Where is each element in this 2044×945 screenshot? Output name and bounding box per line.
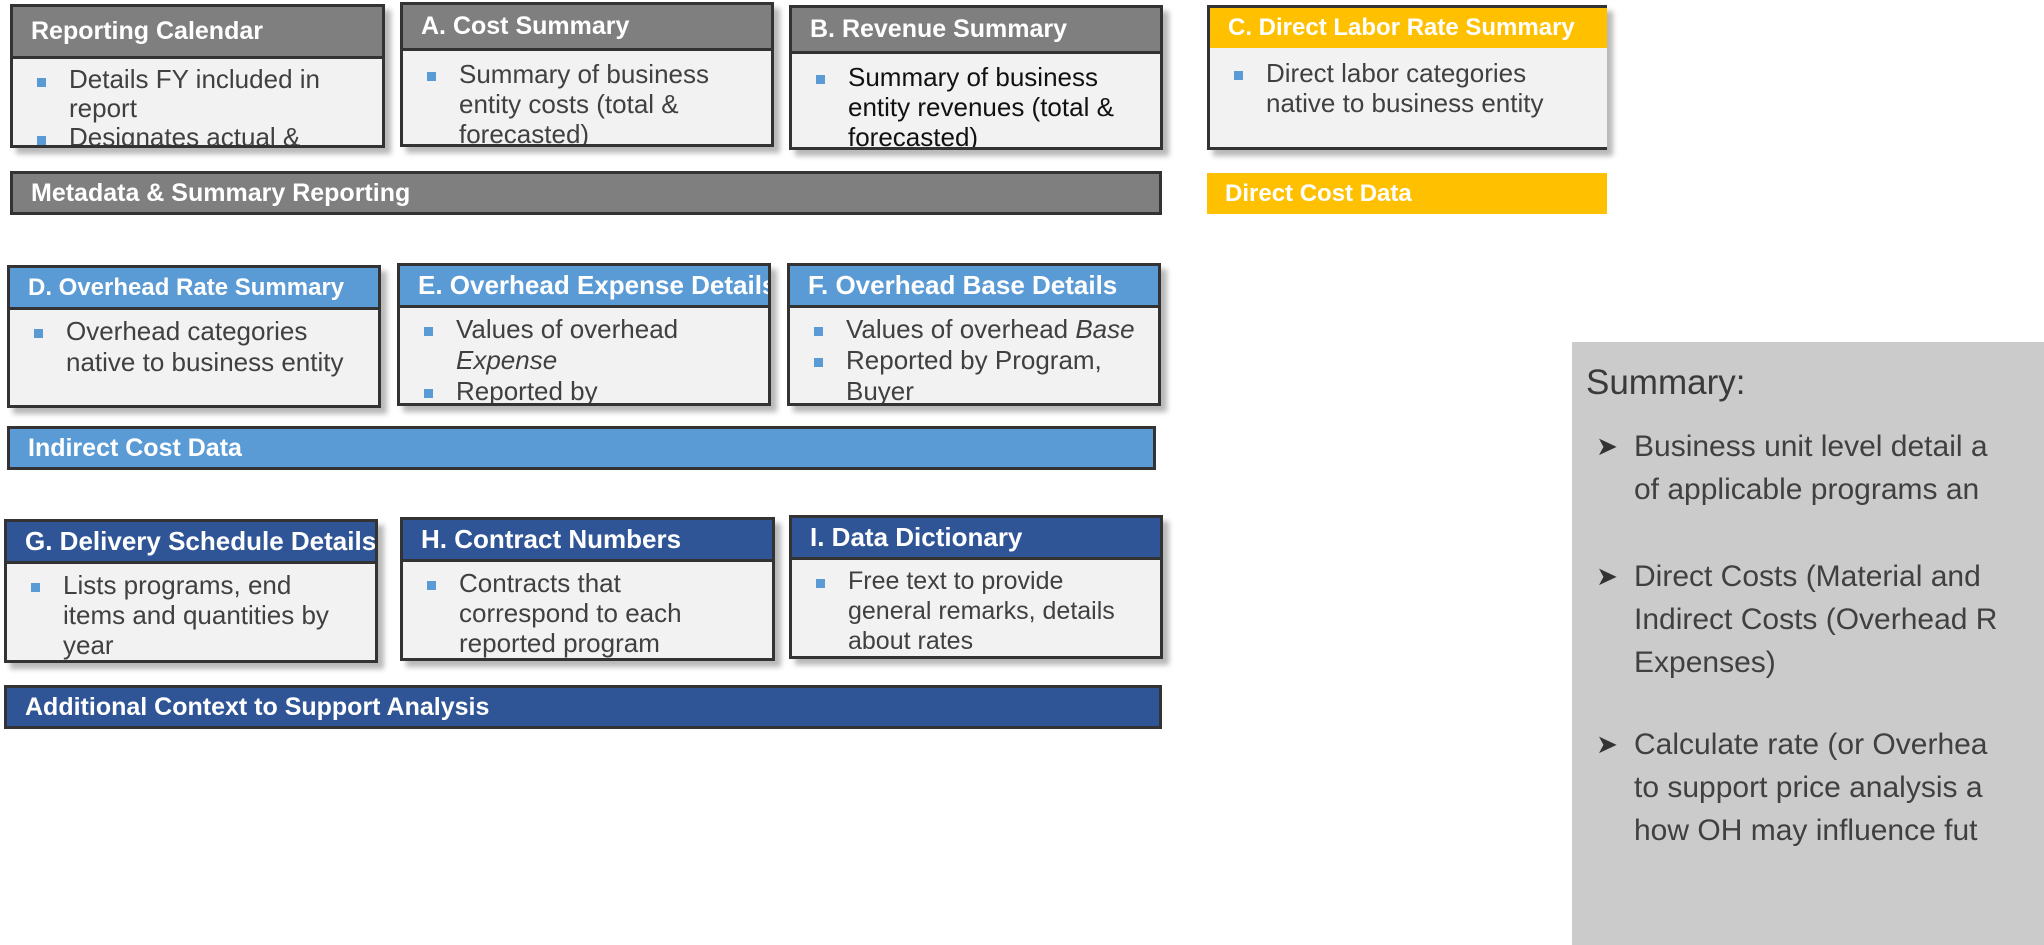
revenue-summary-card: B. Revenue Summary Summary of business e… <box>789 5 1163 150</box>
bullet-item: Summary of business entity revenues (tot… <box>810 62 1142 147</box>
card-title: D. Overhead Rate Summary <box>10 268 378 310</box>
reporting-calendar-card: Reporting Calendar Details FY included i… <box>10 4 385 148</box>
metadata-summary-reporting-bar: Metadata & Summary Reporting <box>10 171 1162 215</box>
summary-panel: Summary: ➤ Business unit level detail a … <box>1572 342 2044 945</box>
bullet-item: Values of overhead Expense <box>418 314 750 376</box>
summary-line: Direct Costs (Material and <box>1634 560 1981 593</box>
card-title: H. Contract Numbers <box>403 520 772 562</box>
card-body: Details FY included in report Designates… <box>13 59 382 145</box>
cost-summary-card: A. Cost Summary Summary of business enti… <box>400 2 774 147</box>
bullet-item: Details FY included in report <box>31 65 364 123</box>
contract-numbers-card: H. Contract Numbers Contracts that corre… <box>400 517 775 661</box>
summary-line: Expenses) <box>1634 646 1776 679</box>
summary-item: ➤ Business unit level detail a of applic… <box>1572 425 1988 511</box>
card-title: G. Delivery Schedule Details <box>7 522 375 564</box>
overhead-rate-summary-card: D. Overhead Rate Summary Overhead catego… <box>7 265 381 408</box>
bullet-item: Free text to provide general remarks, de… <box>810 566 1142 656</box>
bullet-item: Direct labor categories native to busine… <box>1228 58 1576 118</box>
card-title: Reporting Calendar <box>13 7 382 59</box>
delivery-schedule-details-card: G. Delivery Schedule Details Lists progr… <box>4 519 378 663</box>
bullet-item: Overhead categories native to business e… <box>28 316 360 378</box>
card-title: B. Revenue Summary <box>792 8 1160 54</box>
emphasis-text: Expense <box>456 345 558 375</box>
card-body: Free text to provide general remarks, de… <box>792 560 1160 656</box>
bullet-item: Reported by subcomponent <box>418 376 750 403</box>
bullet-item: Summary of business entity costs (total … <box>421 59 753 144</box>
summary-line: Calculate rate (or Overhea <box>1634 728 1988 761</box>
summary-line: of applicable programs an <box>1634 473 1980 506</box>
direct-labor-rate-summary-card: C. Direct Labor Rate Summary Direct labo… <box>1207 5 1607 150</box>
card-body: Direct labor categories native to busine… <box>1210 48 1607 118</box>
summary-title: Summary: <box>1586 363 1746 402</box>
summary-item: ➤ Calculate rate (or Overhea to support … <box>1572 723 1988 852</box>
emphasis-text: Base <box>1075 314 1135 344</box>
card-title: I. Data Dictionary <box>792 518 1160 560</box>
bullet-text: Values of overhead <box>846 314 1076 344</box>
card-body: Contracts that correspond to each report… <box>403 562 772 658</box>
arrow-bullet-icon: ➤ <box>1596 729 1618 759</box>
summary-item-text: Business unit level detail a of applicab… <box>1634 425 1988 511</box>
bullet-item: Values of overhead Base <box>808 314 1140 345</box>
data-dictionary-card: I. Data Dictionary Free text to provide … <box>789 515 1163 659</box>
summary-line: how OH may influence fut <box>1634 814 1978 847</box>
overhead-expense-details-card: E. Overhead Expense Details Values of ov… <box>397 263 771 406</box>
card-body: Values of overhead Base Reported by Prog… <box>790 308 1158 403</box>
card-body: Summary of business entity revenues (tot… <box>792 54 1160 147</box>
indirect-cost-data-bar: Indirect Cost Data <box>7 426 1156 470</box>
bullet-item: Contracts that correspond to each report… <box>421 568 754 658</box>
overhead-base-details-card: F. Overhead Base Details Values of overh… <box>787 263 1161 406</box>
card-title: A. Cost Summary <box>403 5 771 51</box>
bullet-item: Lists programs, end items and quantities… <box>25 570 357 660</box>
bullet-item: Reported by Program, Buyer <box>808 345 1140 403</box>
summary-line: Business unit level detail a <box>1634 430 1988 463</box>
card-body: Summary of business entity costs (total … <box>403 51 771 144</box>
arrow-bullet-icon: ➤ <box>1596 431 1618 461</box>
bullet-text: Values of overhead <box>456 314 679 344</box>
card-title: F. Overhead Base Details <box>790 266 1158 308</box>
summary-item-text: Direct Costs (Material and Indirect Cost… <box>1634 555 1997 684</box>
summary-item-text: Calculate rate (or Overhea to support pr… <box>1634 723 1988 852</box>
card-title: E. Overhead Expense Details <box>400 266 768 308</box>
summary-item: ➤ Direct Costs (Material and Indirect Co… <box>1572 555 1997 684</box>
card-body: Values of overhead Expense Reported by s… <box>400 308 768 403</box>
summary-line: to support price analysis a <box>1634 771 1983 804</box>
additional-context-bar: Additional Context to Support Analysis <box>4 685 1162 729</box>
card-body: Lists programs, end items and quantities… <box>7 564 375 660</box>
bullet-item: Designates actual & forecast <box>31 123 364 145</box>
direct-cost-data-bar: Direct Cost Data <box>1207 173 1607 214</box>
card-title: C. Direct Labor Rate Summary <box>1210 8 1607 48</box>
summary-line: Indirect Costs (Overhead R <box>1634 603 1998 636</box>
card-body: Overhead categories native to business e… <box>10 310 378 378</box>
arrow-bullet-icon: ➤ <box>1596 561 1618 591</box>
